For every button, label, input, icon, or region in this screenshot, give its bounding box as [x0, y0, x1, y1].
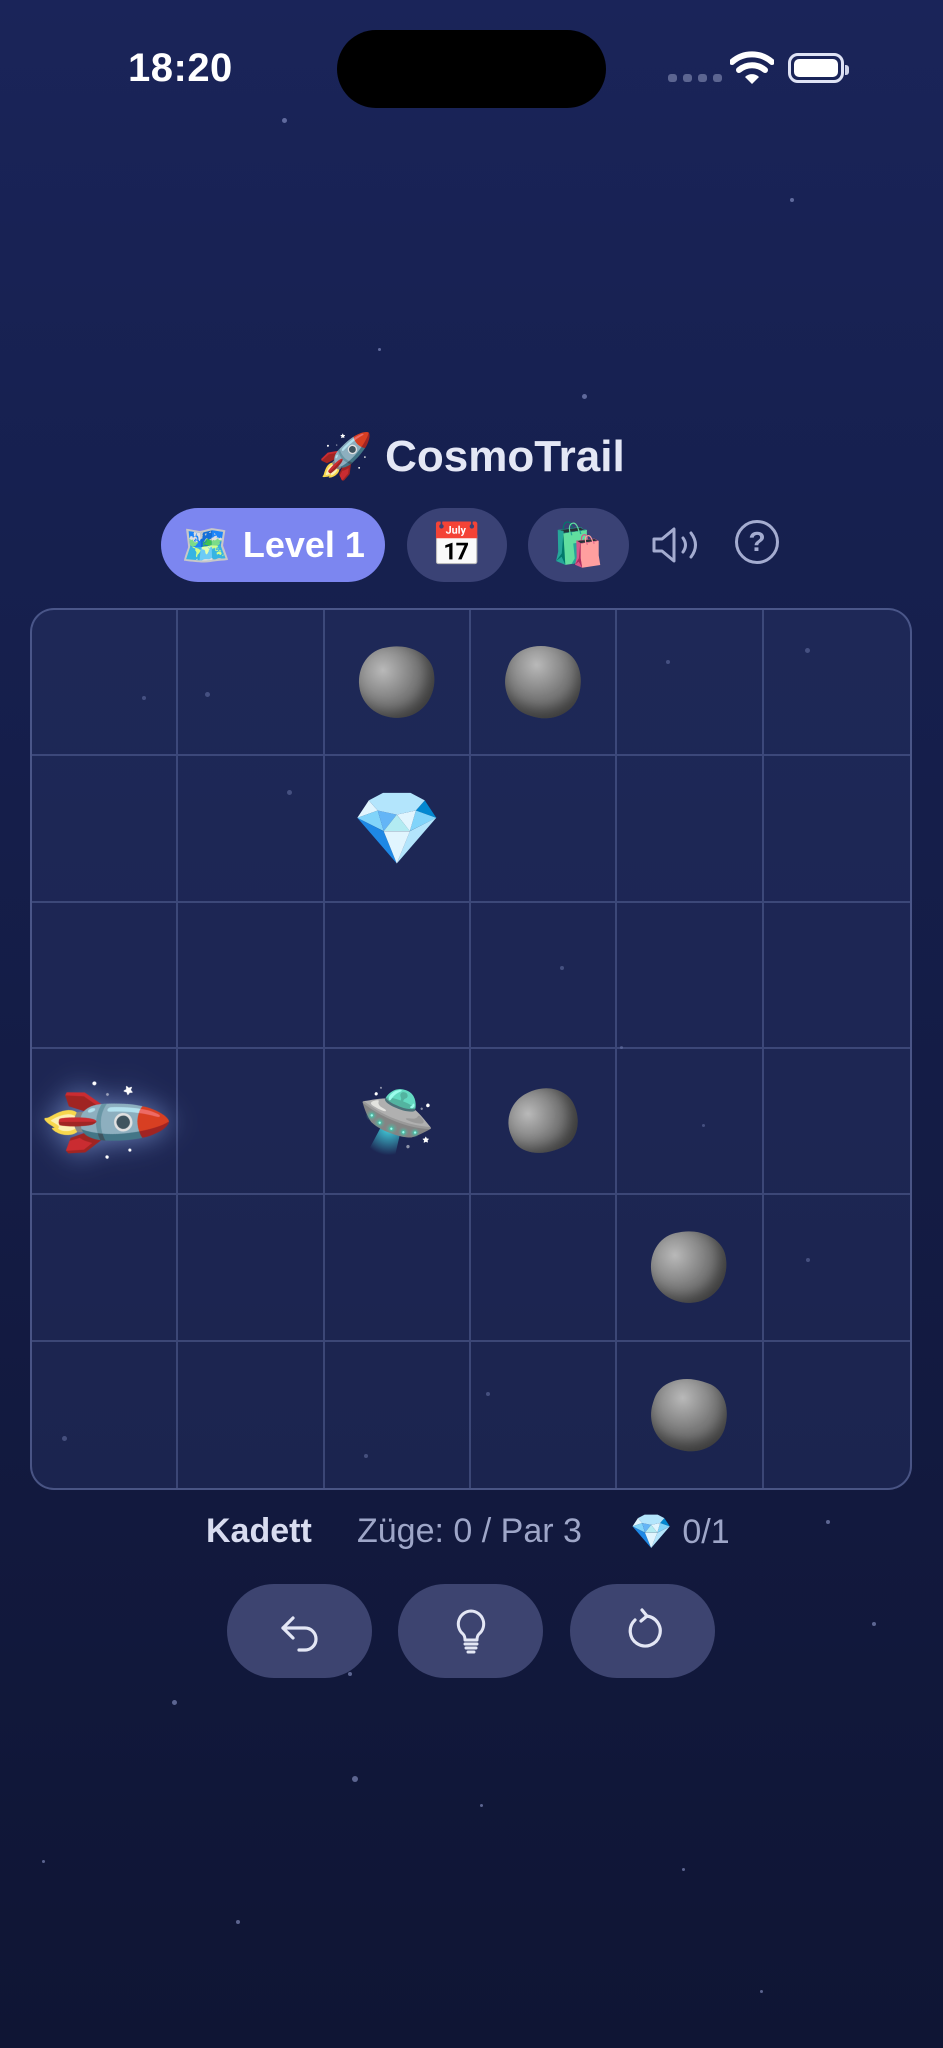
board-cell[interactable] — [32, 610, 179, 757]
board-cell[interactable] — [470, 902, 618, 1049]
board-cell[interactable] — [178, 610, 325, 757]
wifi-icon — [730, 51, 774, 84]
asteroid-icon — [497, 1077, 589, 1165]
rocket-icon[interactable]: 🚀 — [32, 1048, 178, 1195]
board-cell[interactable] — [763, 610, 910, 757]
game-board: 💎 🚀 🛸 — [30, 608, 912, 1490]
board-cell[interactable] — [763, 1049, 910, 1196]
board-cell[interactable] — [763, 903, 910, 1049]
undo-button[interactable] — [227, 1584, 372, 1678]
help-icon: ? — [748, 526, 766, 557]
board-cell[interactable] — [470, 1195, 618, 1342]
board-cell[interactable] — [617, 756, 764, 903]
board-cell[interactable]: 🚀 — [32, 1048, 179, 1196]
lightbulb-icon — [456, 1609, 485, 1654]
restart-icon — [628, 1608, 662, 1648]
asteroid-icon — [495, 636, 591, 729]
cellular-signal-icon — [668, 74, 722, 82]
board-cell[interactable] — [32, 902, 179, 1049]
gem-icon: 💎 — [630, 1513, 673, 1551]
daily-challenge-button[interactable]: 📅 — [407, 508, 507, 582]
board-cell[interactable] — [324, 1195, 471, 1342]
board-cell[interactable] — [764, 1342, 910, 1488]
shop-button[interactable]: 🛍️ — [528, 508, 629, 582]
map-icon: 🗺️ — [181, 523, 231, 568]
board-cell[interactable]: 💎 — [324, 756, 471, 903]
stats-bar: Kadett Züge: 0 / Par 3 💎 0/1 — [0, 1512, 943, 1562]
asteroid-icon — [642, 1368, 737, 1461]
board-cell[interactable] — [178, 756, 325, 903]
board-cell[interactable] — [763, 1195, 910, 1342]
shopping-bag-icon: 🛍️ — [552, 520, 605, 568]
rocket-icon: 🚀 — [318, 432, 374, 481]
board-cell[interactable] — [32, 1195, 179, 1342]
board-cell[interactable] — [32, 1341, 179, 1488]
board-cell[interactable] — [470, 756, 618, 903]
board-cell[interactable] — [325, 1341, 471, 1488]
board-cell[interactable] — [178, 902, 325, 1049]
status-time: 18:20 — [128, 46, 233, 90]
board-cell[interactable]: 🛸 — [324, 1048, 471, 1196]
board-cell[interactable] — [470, 610, 618, 757]
board-cell[interactable] — [178, 1195, 325, 1342]
board-cell[interactable] — [617, 1048, 764, 1196]
level-select-button[interactable]: 🗺️ Level 1 — [161, 508, 385, 582]
dynamic-island — [337, 30, 606, 108]
level-label: Level 1 — [242, 524, 365, 565]
help-button[interactable]: ? — [735, 520, 779, 564]
action-bar — [0, 1584, 943, 1678]
asteroid-icon — [644, 1224, 735, 1311]
board-cell[interactable] — [324, 902, 471, 1049]
app-title: CosmoTrail — [385, 432, 625, 481]
calendar-icon: 📅 — [430, 520, 484, 568]
gem-count: 0/1 — [682, 1513, 730, 1551]
board-cell[interactable] — [617, 902, 764, 1049]
board-cell[interactable] — [763, 756, 910, 903]
board-grid: 💎 🚀 🛸 — [32, 610, 910, 1488]
board-cell[interactable] — [178, 1341, 325, 1488]
board-cell[interactable] — [470, 1048, 618, 1196]
board-cell[interactable] — [617, 1341, 764, 1488]
ufo-icon: 🛸 — [358, 1086, 436, 1156]
board-cell[interactable] — [617, 1195, 764, 1342]
page-title: 🚀 CosmoTrail — [0, 430, 943, 482]
board-cell[interactable] — [471, 1341, 618, 1488]
moves-counter: Züge: 0 / Par 3 — [357, 1512, 582, 1550]
board-cell[interactable] — [32, 756, 179, 903]
rank-label: Kadett — [206, 1512, 312, 1550]
battery-icon — [788, 53, 849, 83]
board-cell[interactable] — [178, 1048, 325, 1196]
toolbar: 🗺️ Level 1 📅 🛍️ ? — [0, 508, 943, 582]
restart-button[interactable] — [570, 1584, 715, 1678]
undo-icon — [280, 1616, 318, 1652]
board-cell[interactable] — [324, 610, 471, 757]
hint-button[interactable] — [398, 1584, 543, 1678]
gem-icon: 💎 — [351, 788, 442, 869]
speaker-icon[interactable] — [650, 525, 708, 565]
board-cell[interactable] — [617, 610, 764, 757]
asteroid-icon — [352, 639, 442, 726]
gem-counter: 💎 0/1 — [630, 1512, 730, 1552]
